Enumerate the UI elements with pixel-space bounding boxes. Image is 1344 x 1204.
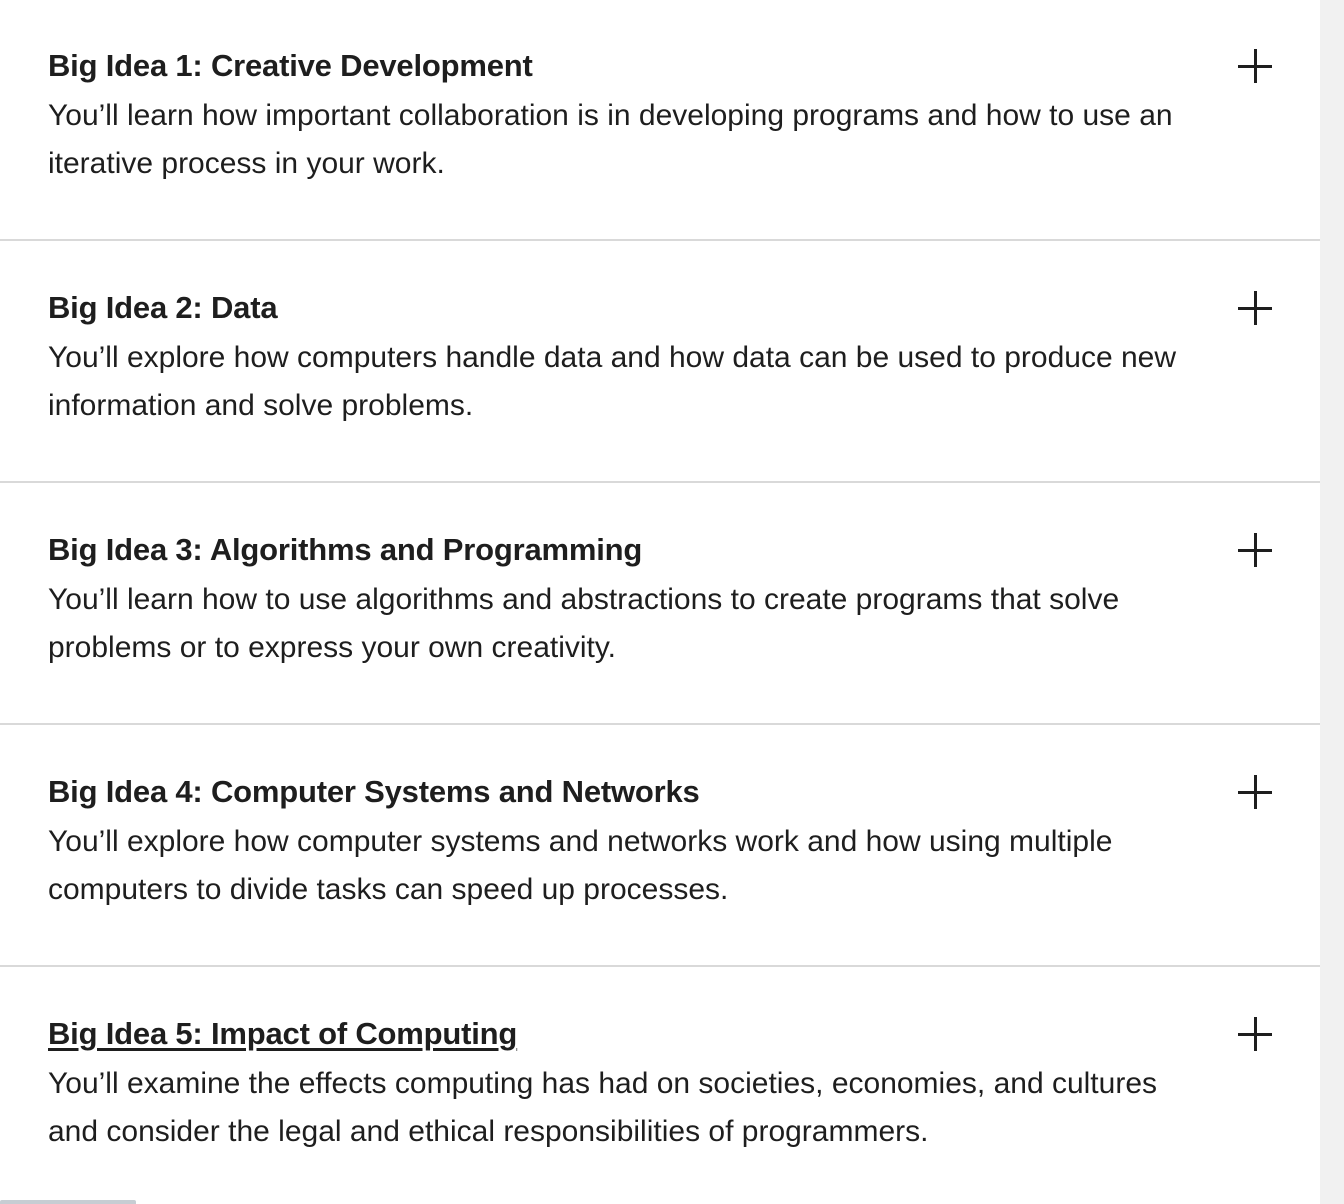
plus-icon[interactable] [1238, 1017, 1272, 1051]
big-ideas-accordion: Big Idea 1: Creative Development You’ll … [0, 0, 1320, 1204]
accordion-item-title[interactable]: Big Idea 1: Creative Development [48, 44, 533, 88]
accordion-item-description: You’ll learn how important collaboration… [48, 99, 1173, 180]
accordion-item-title[interactable]: Big Idea 3: Algorithms and Programming [48, 528, 642, 572]
accordion-item-title[interactable]: Big Idea 5: Impact of Computing [48, 1012, 517, 1056]
accordion-item-big-idea-2[interactable]: Big Idea 2: Data You’ll explore how comp… [0, 242, 1320, 483]
accordion-item-description: You’ll learn how to use algorithms and a… [48, 583, 1120, 664]
scrollbar-track[interactable] [1320, 0, 1344, 1204]
accordion-item-description: You’ll explore how computer systems and … [48, 825, 1113, 906]
bottom-edge-bar [0, 1200, 136, 1204]
plus-icon[interactable] [1238, 291, 1272, 325]
accordion-item-big-idea-3[interactable]: Big Idea 3: Algorithms and Programming Y… [0, 484, 1320, 725]
accordion-item-big-idea-5[interactable]: Big Idea 5: Impact of Computing You’ll e… [0, 968, 1320, 1204]
accordion-item-description: You’ll examine the effects computing has… [48, 1067, 1158, 1148]
accordion-item-description: You’ll explore how computers handle data… [48, 341, 1177, 422]
plus-icon[interactable] [1238, 49, 1272, 83]
accordion-item-big-idea-1[interactable]: Big Idea 1: Creative Development You’ll … [0, 0, 1320, 241]
accordion-item-title[interactable]: Big Idea 4: Computer Systems and Network… [48, 770, 700, 814]
plus-icon[interactable] [1238, 533, 1272, 567]
page: Big Idea 1: Creative Development You’ll … [0, 0, 1344, 1204]
accordion-item-title[interactable]: Big Idea 2: Data [48, 286, 278, 330]
accordion-item-big-idea-4[interactable]: Big Idea 4: Computer Systems and Network… [0, 726, 1320, 967]
plus-icon[interactable] [1238, 775, 1272, 809]
